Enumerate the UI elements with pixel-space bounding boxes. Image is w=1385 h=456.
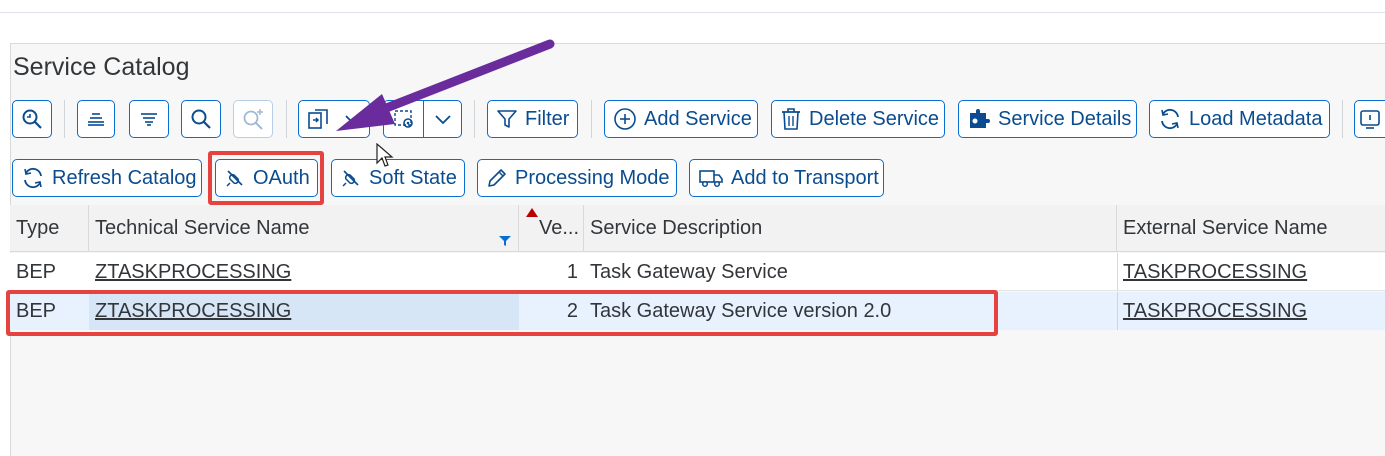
cell-version: 1 <box>566 260 578 283</box>
overflow-button[interactable] <box>1354 100 1385 138</box>
cell-type: BEP <box>16 260 57 283</box>
info-screen-icon <box>1360 110 1380 129</box>
add-circle-icon <box>614 108 636 130</box>
align-center-button[interactable] <box>129 100 169 138</box>
column-header-description[interactable]: Service Description <box>584 205 1117 252</box>
service-details-button[interactable]: Service Details <box>958 100 1137 138</box>
settings-dropdown[interactable] <box>424 101 461 137</box>
cell-external-name-link[interactable]: TASKPROCESSING <box>1117 292 1385 330</box>
pencil-icon <box>488 169 506 187</box>
export-action[interactable] <box>299 101 337 137</box>
service-details-label: Service Details <box>998 107 1132 130</box>
column-header-type[interactable]: Type <box>10 205 89 252</box>
processing-mode-label: Processing Mode <box>515 166 670 189</box>
disconnected-plug-icon <box>342 170 359 187</box>
toolbar-separator <box>474 100 475 138</box>
column-header-external-name[interactable]: External Service Name <box>1117 205 1385 252</box>
refresh-icon <box>24 167 42 189</box>
search-plus-icon <box>243 109 263 130</box>
load-metadata-button[interactable]: Load Metadata <box>1149 100 1330 138</box>
column-header-description-label: Service Description <box>590 217 763 239</box>
add-to-transport-button[interactable]: Add to Transport <box>689 159 884 197</box>
filter-icon <box>497 110 517 128</box>
refresh-catalog-button[interactable]: Refresh Catalog <box>12 159 202 197</box>
sort-ascending-icon <box>526 208 538 217</box>
table-settings-icon <box>394 110 413 128</box>
page-title: Service Catalog <box>13 53 190 81</box>
delete-service-button[interactable]: Delete Service <box>771 100 945 138</box>
trash-icon <box>782 108 800 130</box>
align-button[interactable] <box>77 100 115 138</box>
search-button[interactable] <box>181 100 221 138</box>
toolbar-separator <box>1342 100 1343 138</box>
column-header-external-name-label: External Service Name <box>1123 217 1328 239</box>
oauth-highlight-box <box>208 151 324 205</box>
table-header: Type Technical Service Name Ve... Servic… <box>10 205 1385 252</box>
cell-technical-name-link[interactable]: ZTASKPROCESSING <box>89 253 519 291</box>
settings-action[interactable] <box>384 101 423 137</box>
add-to-transport-label: Add to Transport <box>731 166 879 189</box>
add-service-label: Add Service <box>644 107 752 130</box>
refresh-catalog-label: Refresh Catalog <box>52 166 197 189</box>
zoom-in-icon <box>22 109 42 129</box>
soft-state-label: Soft State <box>369 166 457 189</box>
column-header-technical-name[interactable]: Technical Service Name <box>89 205 519 252</box>
processing-mode-button[interactable]: Processing Mode <box>477 159 677 197</box>
add-service-button[interactable]: Add Service <box>604 100 758 138</box>
filter-label: Filter <box>525 107 570 130</box>
row-highlight-box <box>6 290 998 336</box>
column-header-type-label: Type <box>16 217 60 239</box>
top-strip <box>0 0 1385 13</box>
column-header-technical-name-label: Technical Service Name <box>95 217 310 239</box>
delete-service-label: Delete Service <box>809 107 940 130</box>
cell-external-name-link[interactable]: TASKPROCESSING <box>1117 253 1385 291</box>
column-header-version-label: Ve... <box>539 217 580 239</box>
export-menu-button[interactable] <box>298 100 370 138</box>
filter-button[interactable]: Filter <box>487 100 578 138</box>
puzzle-icon <box>970 109 990 128</box>
refresh-icon <box>1161 108 1179 130</box>
align-center-icon <box>141 113 157 126</box>
toolbar-separator <box>64 100 65 138</box>
align-justify-icon <box>88 113 104 126</box>
filter-indicator-icon <box>499 236 511 246</box>
table-row[interactable]: BEP ZTASKPROCESSING 1 Task Gateway Servi… <box>10 253 1385 291</box>
cell-description: Task Gateway Service <box>590 260 788 283</box>
chevron-down-icon <box>345 115 361 125</box>
chevron-down-icon <box>435 115 451 125</box>
load-metadata-label: Load Metadata <box>1189 107 1323 130</box>
settings-menu-button[interactable] <box>383 100 462 138</box>
mouse-cursor-icon <box>376 143 394 167</box>
export-dropdown[interactable] <box>337 101 369 137</box>
zoom-in-button[interactable] <box>12 100 52 138</box>
truck-icon <box>699 170 723 188</box>
export-icon <box>308 109 328 129</box>
soft-state-button[interactable]: Soft State <box>331 159 465 197</box>
search-add-button[interactable] <box>233 100 273 138</box>
search-icon <box>191 109 211 129</box>
toolbar-separator <box>286 100 287 138</box>
toolbar-separator <box>591 100 592 138</box>
